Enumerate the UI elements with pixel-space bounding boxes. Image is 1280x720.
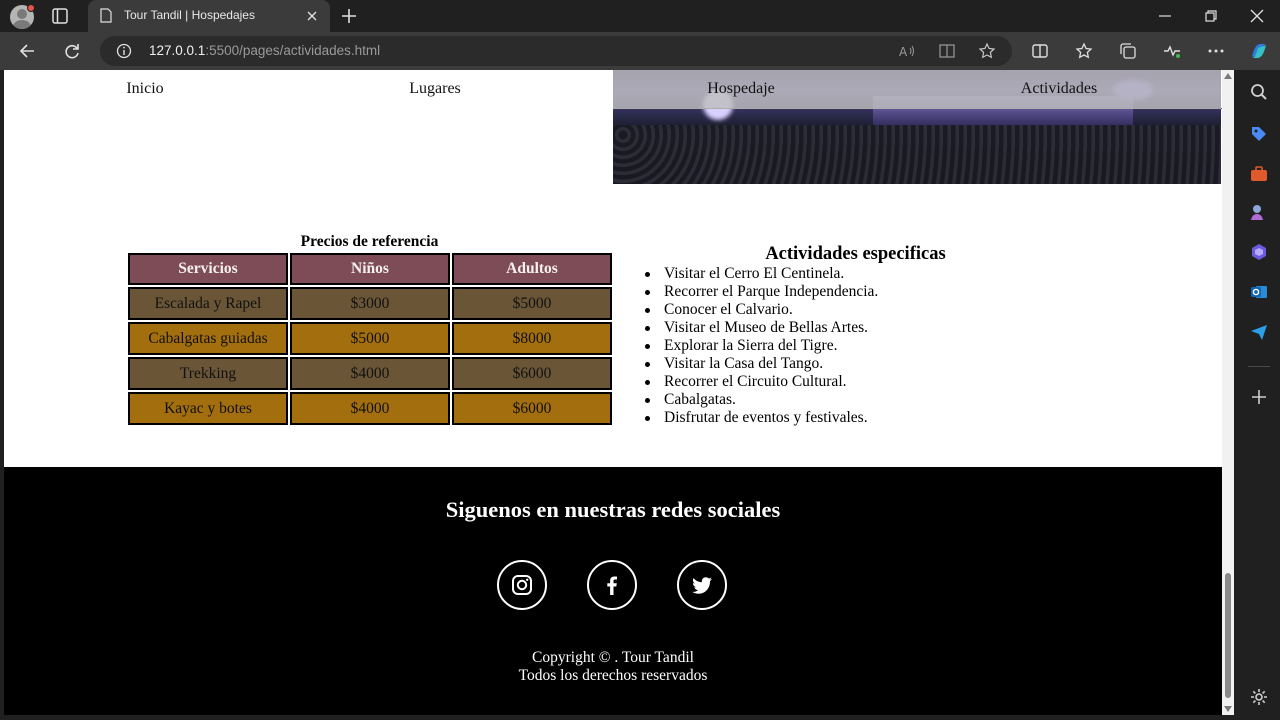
search-icon[interactable]	[1249, 82, 1269, 102]
nav-overlay	[613, 70, 1221, 109]
table-header-row: Servicios Niños Adultos	[128, 253, 612, 285]
table-cell: Escalada y Rapel	[128, 287, 288, 320]
url-text: 127.0.0.1:5500/pages/actividades.html	[149, 43, 380, 58]
table-row: Escalada y Rapel $3000 $5000	[128, 287, 612, 320]
browser-toolbar: 127.0.0.1:5500/pages/actividades.html A	[0, 32, 1280, 70]
header-servicios: Servicios	[128, 253, 288, 285]
instagram-icon	[512, 575, 532, 595]
page-viewport: Inicio Lugares Hospedaje Actividades Pre…	[4, 70, 1222, 715]
facebook-icon	[607, 576, 617, 595]
copyright-text: Copyright © . Tour Tandil	[532, 649, 694, 666]
instagram-link[interactable]	[497, 560, 547, 610]
favorite-star-icon[interactable]	[978, 42, 996, 60]
nav-link-hospedaje[interactable]: Hospedaje	[707, 80, 775, 98]
table-cell: $5000	[290, 322, 450, 355]
svg-text:A: A	[899, 45, 908, 59]
list-item: Cabalgatas.	[644, 391, 878, 409]
table-cell: Trekking	[128, 357, 288, 390]
table-cell: $8000	[452, 322, 612, 355]
page-scrollbar[interactable]	[1222, 70, 1234, 715]
edge-sidebar	[1238, 70, 1280, 720]
games-icon[interactable]	[1249, 202, 1269, 222]
table-cell: $4000	[290, 357, 450, 390]
scroll-down-arrow[interactable]	[1224, 706, 1232, 712]
list-item: Recorrer el Circuito Cultural.	[644, 373, 878, 391]
new-tab-icon[interactable]	[339, 6, 359, 26]
header-ninos: Niños	[290, 253, 450, 285]
site-info-icon[interactable]	[116, 43, 132, 59]
performance-icon[interactable]	[1162, 41, 1182, 61]
page-icon	[100, 8, 112, 23]
minimize-icon[interactable]	[1155, 6, 1175, 26]
twitter-link[interactable]	[677, 560, 727, 610]
list-item: Visitar el Museo de Bellas Artes.	[644, 319, 878, 337]
copyright-block: Copyright © . Tour Tandil Todos los dere…	[4, 649, 1222, 685]
nav-background	[4, 70, 613, 109]
list-item: Visitar el Cerro El Centinela.	[644, 265, 878, 283]
reload-icon[interactable]	[62, 41, 82, 61]
table-row: Kayac y botes $4000 $6000	[128, 392, 612, 425]
price-table: Servicios Niños Adultos Escalada y Rapel…	[126, 251, 614, 427]
table-cell: $4000	[290, 392, 450, 425]
close-window-icon[interactable]	[1247, 6, 1267, 26]
immersive-reader-icon[interactable]	[938, 42, 956, 60]
table-cell: $6000	[452, 357, 612, 390]
collections-icon[interactable]	[1118, 41, 1138, 61]
header-adultos: Adultos	[452, 253, 612, 285]
tab-actions-icon[interactable]	[50, 6, 70, 26]
outlook-icon[interactable]	[1249, 282, 1269, 302]
nav-link-inicio[interactable]: Inicio	[126, 80, 163, 98]
address-bar[interactable]: 127.0.0.1:5500/pages/actividades.html A	[100, 36, 1012, 66]
list-item: Conocer el Calvario.	[644, 301, 878, 319]
list-item: Explorar la Sierra del Tigre.	[644, 337, 878, 355]
table-cell: Cabalgatas guiadas	[128, 322, 288, 355]
split-screen-icon[interactable]	[1030, 41, 1050, 61]
list-item: Recorrer el Parque Independencia.	[644, 283, 879, 300]
url-path: :5500/pages/actividades.html	[205, 43, 381, 58]
site-footer: Siguenos en nuestras redes sociales Copy…	[4, 467, 1222, 715]
table-cell: $6000	[452, 392, 612, 425]
active-tab[interactable]: Tour Tandil | Hospedajes	[88, 0, 330, 32]
close-tab-icon[interactable]	[304, 8, 320, 24]
table-cell: $3000	[290, 287, 450, 320]
send-icon[interactable]	[1249, 322, 1269, 342]
activities-list: Visitar el Cerro El Centinela. Recorrer …	[644, 265, 879, 427]
hero-crowd	[613, 125, 1221, 184]
activities-title: Actividades especificas	[765, 244, 946, 264]
table-row: Trekking $4000 $6000	[128, 357, 612, 390]
top-navigation: Inicio Lugares Hospedaje Actividades	[4, 70, 1222, 109]
favorites-icon[interactable]	[1074, 41, 1094, 61]
list-item: Disfrutar de eventos y festivales.	[644, 409, 878, 427]
copilot-icon[interactable]	[1247, 39, 1271, 63]
sidebar-divider	[1248, 366, 1270, 367]
list-item: Visitar la Casa del Tango.	[644, 355, 878, 373]
twitter-icon	[692, 577, 712, 594]
facebook-link[interactable]	[587, 560, 637, 610]
scroll-thumb[interactable]	[1225, 573, 1231, 698]
url-host: 127.0.0.1	[149, 43, 206, 58]
scroll-up-arrow[interactable]	[1224, 73, 1232, 79]
table-row: Cabalgatas guiadas $5000 $8000	[128, 322, 612, 355]
tools-briefcase-icon[interactable]	[1249, 164, 1269, 184]
footer-title: Siguenos en nuestras redes sociales	[445, 497, 781, 522]
back-icon[interactable]	[18, 41, 38, 61]
tab-title: Tour Tandil | Hospedajes	[124, 8, 255, 22]
restore-icon[interactable]	[1201, 6, 1221, 26]
add-icon[interactable]	[1249, 387, 1269, 407]
copilot-app-icon[interactable]	[1249, 242, 1269, 262]
table-cell: $5000	[452, 287, 612, 320]
nav-link-actividades[interactable]: Actividades	[1021, 80, 1097, 98]
browser-titlebar: Tour Tandil | Hospedajes	[0, 0, 1280, 32]
profile-notification-dot	[27, 4, 35, 12]
more-options-icon[interactable]	[1206, 41, 1226, 61]
table-cell: Kayac y botes	[128, 392, 288, 425]
read-aloud-icon[interactable]: A	[898, 42, 916, 60]
price-table-caption: Precios de referencia	[300, 233, 439, 250]
settings-gear-icon[interactable]	[1249, 687, 1269, 707]
shopping-tag-icon[interactable]	[1249, 124, 1269, 144]
rights-text: Todos los derechos reservados	[518, 667, 708, 684]
nav-link-lugares[interactable]: Lugares	[409, 80, 461, 98]
